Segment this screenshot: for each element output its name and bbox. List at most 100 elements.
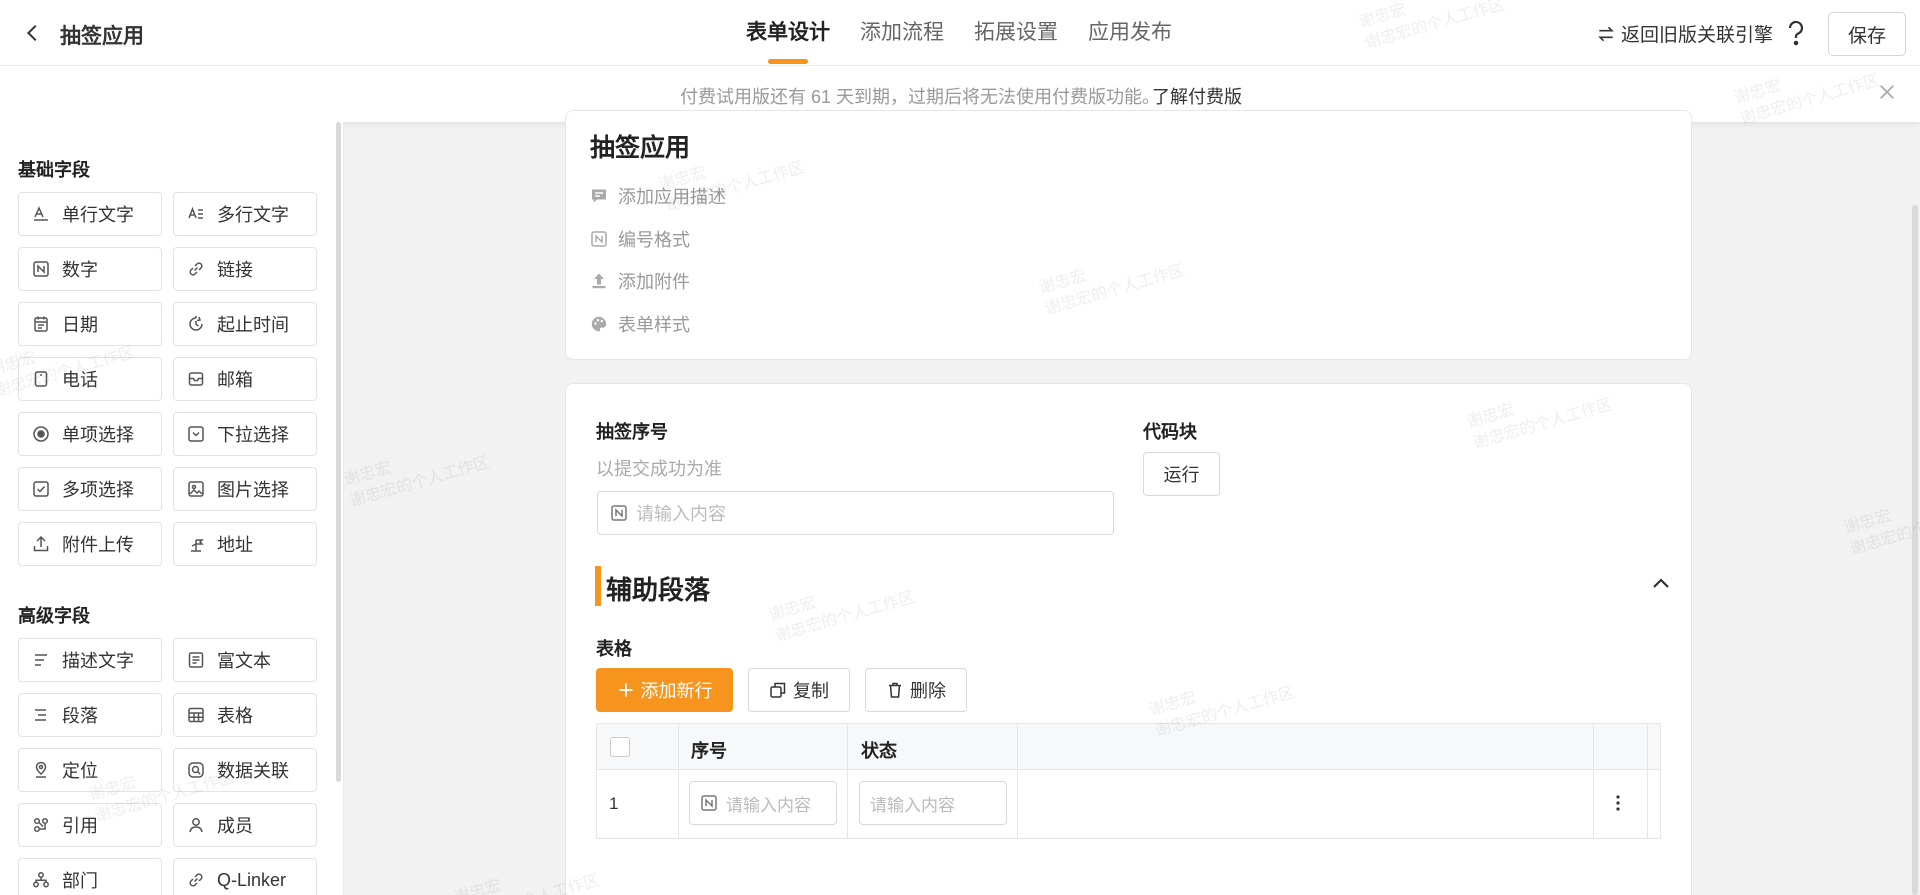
- more-vertical-icon[interactable]: [1607, 792, 1629, 814]
- back-arrow-icon[interactable]: [22, 22, 44, 44]
- form-style-option[interactable]: 表单样式: [590, 311, 690, 337]
- column-divider: [1593, 724, 1594, 838]
- select-all-checkbox[interactable]: [610, 737, 630, 757]
- watermark-line: 谢忠宏: [1842, 507, 1894, 537]
- tab-form-design[interactable]: 表单设计: [746, 0, 830, 66]
- add-row-button[interactable]: 添加新行: [596, 668, 733, 712]
- field-paragraph[interactable]: 段落: [18, 693, 162, 737]
- field-label: Q-Linker: [217, 869, 287, 890]
- time-range-icon: [187, 315, 205, 333]
- field-label: 链接: [217, 260, 253, 280]
- multi-line-text-icon: [187, 205, 205, 223]
- table-icon: [187, 706, 205, 724]
- upload-icon: [32, 535, 50, 553]
- add-app-description-option[interactable]: 添加应用描述: [590, 183, 726, 209]
- save-button[interactable]: 保存: [1828, 12, 1906, 56]
- number-format-icon: [590, 230, 608, 248]
- field-reference[interactable]: 引用: [18, 803, 162, 847]
- row-status-input[interactable]: 请输入内容: [859, 781, 1007, 825]
- field-rich-text[interactable]: 富文本: [173, 638, 317, 682]
- field-q-linker[interactable]: Q-Linker: [173, 858, 317, 895]
- field-number[interactable]: 数字: [18, 247, 162, 291]
- trial-notice-text: 付费试用版还有 61 天到期，过期后将无法使用付费版功能。: [680, 87, 1161, 107]
- help-icon[interactable]: [1784, 20, 1808, 46]
- field-checkbox[interactable]: 多项选择: [18, 467, 162, 511]
- field-label: 段落: [62, 706, 98, 726]
- field-label: 部门: [62, 871, 98, 891]
- field-label: 富文本: [217, 651, 271, 671]
- chevron-up-icon[interactable]: [1650, 572, 1672, 594]
- field-location[interactable]: 定位: [18, 748, 162, 792]
- form-title[interactable]: 抽签应用: [590, 128, 690, 164]
- location-icon: [32, 761, 50, 779]
- paragraph-accent-bar: [595, 566, 601, 606]
- field-label: 引用: [62, 816, 98, 836]
- plus-icon: [617, 681, 635, 699]
- number-icon: [700, 794, 718, 812]
- member-icon: [187, 816, 205, 834]
- mail-icon: [187, 370, 205, 388]
- main-scrollbar[interactable]: [1912, 205, 1918, 895]
- option-label: 添加应用描述: [618, 187, 726, 207]
- close-icon[interactable]: [1878, 83, 1896, 101]
- field-phone[interactable]: 电话: [18, 357, 162, 401]
- run-button[interactable]: 运行: [1143, 452, 1220, 496]
- field-single-line-text[interactable]: 单行文字: [18, 192, 162, 236]
- field-mail[interactable]: 邮箱: [173, 357, 317, 401]
- rich-text-icon: [187, 651, 205, 669]
- learn-paid-version-link[interactable]: 了解付费版: [1152, 83, 1242, 109]
- delete-button[interactable]: 删除: [865, 668, 967, 712]
- tab-add-process[interactable]: 添加流程: [860, 0, 944, 66]
- number-format-option[interactable]: 编号格式: [590, 226, 690, 252]
- sidebar-scrollbar[interactable]: [336, 122, 341, 782]
- field-radio[interactable]: 单项选择: [18, 412, 162, 456]
- field-label: 表格: [217, 706, 253, 726]
- trash-icon: [886, 681, 904, 699]
- field-dropdown[interactable]: 下拉选择: [173, 412, 317, 456]
- comment-icon: [590, 187, 608, 205]
- field-time-range[interactable]: 起止时间: [173, 302, 317, 346]
- tab-app-publish[interactable]: 应用发布: [1088, 0, 1172, 66]
- field-member[interactable]: 成员: [173, 803, 317, 847]
- field-upload[interactable]: 附件上传: [18, 522, 162, 566]
- serial-field-label: 抽签序号: [596, 422, 668, 442]
- field-label: 电话: [62, 370, 98, 390]
- checkbox-icon: [32, 480, 50, 498]
- copy-icon: [769, 681, 787, 699]
- field-image-select[interactable]: 图片选择: [173, 467, 317, 511]
- serial-number-placeholder: 请输入内容: [636, 504, 726, 524]
- serial-number-input[interactable]: 请输入内容: [597, 491, 1114, 535]
- field-description[interactable]: 描述文字: [18, 638, 162, 682]
- watermark-line: 谢忠宏: [342, 459, 394, 489]
- field-department[interactable]: 部门: [18, 858, 162, 895]
- field-multi-line-text[interactable]: 多行文字: [173, 192, 317, 236]
- phone-icon: [32, 370, 50, 388]
- q-linker-icon: [187, 871, 205, 889]
- tab-extension-settings[interactable]: 拓展设置: [974, 0, 1058, 66]
- row-serial-placeholder: 请输入内容: [726, 795, 811, 815]
- field-data-link[interactable]: 数据关联: [173, 748, 317, 792]
- watermark: 谢忠宏谢忠宏的个人工作区: [342, 431, 493, 513]
- row-index: 1: [609, 794, 619, 813]
- field-label: 描述文字: [62, 651, 134, 671]
- watermark-line: 谢忠宏的个人工作区: [1848, 502, 1920, 559]
- field-address[interactable]: 地址: [173, 522, 317, 566]
- field-link[interactable]: 链接: [173, 247, 317, 291]
- column-divider: [1017, 724, 1018, 838]
- column-divider: [1647, 724, 1648, 838]
- single-line-text-icon: [32, 205, 50, 223]
- add-attachment-option[interactable]: 添加附件: [590, 268, 690, 294]
- field-table[interactable]: 表格: [173, 693, 317, 737]
- code-block-label: 代码块: [1143, 422, 1197, 442]
- row-serial-input[interactable]: 请输入内容: [689, 781, 837, 825]
- copy-button[interactable]: 复制: [748, 668, 850, 712]
- field-label: 下拉选择: [217, 425, 289, 445]
- field-label: 起止时间: [217, 315, 289, 335]
- swap-arrows-icon: [1596, 24, 1616, 44]
- field-label: 数字: [62, 260, 98, 280]
- return-old-engine-label: 返回旧版关联引擎: [1621, 25, 1774, 46]
- return-old-engine-link[interactable]: 返回旧版关联引擎: [1596, 20, 1773, 47]
- column-header-serial: 序号: [691, 741, 727, 761]
- radio-icon: [32, 425, 50, 443]
- field-date[interactable]: 日期: [18, 302, 162, 346]
